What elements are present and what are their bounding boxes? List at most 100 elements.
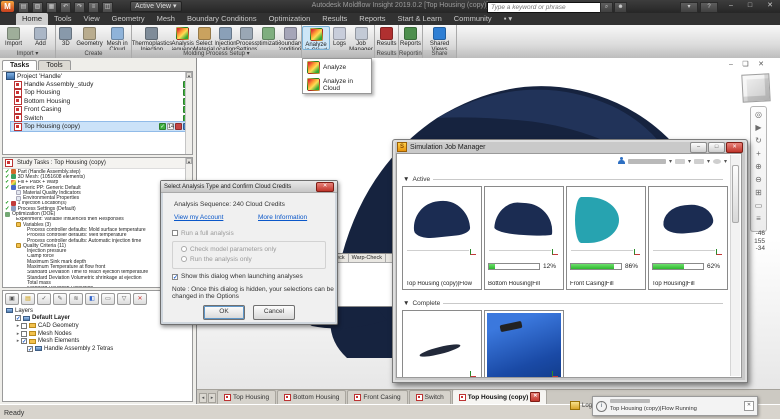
notification-close-icon[interactable]: ✕ bbox=[744, 401, 754, 411]
study-tab[interactable]: Switch bbox=[409, 390, 451, 404]
select-cursor-icon[interactable]: ▶ bbox=[753, 122, 764, 134]
dialog-close-icon[interactable]: ✕ bbox=[316, 182, 334, 192]
thermoplastics-injection-molding-button[interactable]: Thermoplastics Injection Molding bbox=[132, 26, 172, 50]
study-tab[interactable]: Top Housing bbox=[217, 390, 276, 404]
ribbon-tab[interactable]: Mesh bbox=[151, 13, 181, 25]
filter-layers-button[interactable]: ▽ bbox=[117, 293, 131, 305]
project-root[interactable]: Project 'Handle' bbox=[3, 72, 192, 80]
settings-arrow-icon[interactable]: ▾ bbox=[724, 158, 727, 165]
shared-views-button[interactable]: Shared Views bbox=[423, 26, 456, 50]
job-manager-scrollbar[interactable] bbox=[730, 155, 740, 376]
active-section-header[interactable]: ▼ Active bbox=[403, 176, 723, 183]
layer-item[interactable]: ▸ Mesh Nodes bbox=[3, 330, 192, 338]
measure-icon[interactable]: ≡ bbox=[753, 213, 764, 225]
layer-visibility-checkbox[interactable] bbox=[21, 331, 27, 337]
ribbon-tab[interactable]: Boundary Conditions bbox=[181, 13, 263, 25]
run-analysis-radio[interactable]: Run the analysis only bbox=[181, 256, 252, 263]
tab-warp-check[interactable]: Warp-Check bbox=[349, 254, 386, 262]
zoom-out-icon[interactable]: ⊖ bbox=[753, 174, 764, 186]
boundary-conditions-button[interactable]: Boundary Conditions bbox=[279, 26, 301, 50]
cancel-button[interactable]: Cancel bbox=[253, 305, 295, 320]
view-mode-icon[interactable] bbox=[694, 159, 704, 164]
mdi-window-controls[interactable]: – ❏ ✕ bbox=[729, 60, 767, 68]
tab-scroll-right-icon[interactable]: ▸ bbox=[208, 393, 216, 403]
check-model-radio[interactable]: Check model parameters only bbox=[181, 246, 276, 253]
run-full-analysis-checkbox[interactable]: Run a full analysis bbox=[172, 230, 234, 237]
job-card[interactable]: Top Housing (copy)|Flow bbox=[402, 186, 482, 290]
study-tree-item[interactable]: Front Casing ✓ bbox=[11, 106, 192, 114]
ribbon-tab[interactable]: View bbox=[78, 13, 106, 25]
view-icon[interactable]: ◫ bbox=[102, 2, 113, 13]
save-icon[interactable]: ▦ bbox=[46, 2, 57, 13]
redo-icon[interactable]: ↷ bbox=[74, 2, 85, 13]
project-tree-scrollbar[interactable]: ▲ bbox=[185, 72, 192, 154]
results-button[interactable]: Results bbox=[375, 26, 398, 50]
job-card[interactable]: 62% Top Housing|Fill bbox=[648, 186, 728, 290]
help-search-input[interactable] bbox=[487, 2, 603, 13]
job-card[interactable]: 86% Front Casing|Fill bbox=[566, 186, 646, 290]
layer-item[interactable]: ▸ ✓ Mesh Elements bbox=[3, 337, 192, 345]
nav-wheel-icon[interactable]: ◎ bbox=[753, 109, 764, 121]
select-material-button[interactable]: Select Material bbox=[194, 26, 215, 50]
delete-layer-button[interactable]: ✕ bbox=[133, 293, 147, 305]
completed-job-card[interactable] bbox=[402, 310, 482, 378]
undo-icon[interactable]: ↶ bbox=[60, 2, 71, 13]
ok-button[interactable]: OK bbox=[203, 305, 245, 320]
minimize-button[interactable]: – bbox=[690, 142, 707, 153]
ribbon-tab[interactable]: Reports bbox=[353, 13, 391, 25]
user-menu-arrow-icon[interactable]: ▾ bbox=[669, 158, 672, 165]
study-tab[interactable]: Front Casing bbox=[347, 390, 407, 404]
job-manager-button[interactable]: Job Manager bbox=[349, 26, 373, 50]
show-dialog-checkbox[interactable]: ✓Show this dialog when launching analyse… bbox=[172, 273, 303, 280]
account-icon[interactable]: ☻ bbox=[614, 2, 627, 13]
zoom-fit-icon[interactable]: ▭ bbox=[753, 200, 764, 212]
study-tab[interactable]: Bottom Housing bbox=[277, 390, 346, 404]
complete-section-header[interactable]: ▼ Complete bbox=[403, 300, 723, 307]
job-card[interactable]: 12% Bottom Housing|Fill bbox=[484, 186, 564, 290]
layer-item[interactable]: ✓ Handle Assembly 2 Tetras bbox=[3, 345, 192, 353]
open-icon[interactable]: ▧ bbox=[32, 2, 43, 13]
sort-arrow-icon[interactable]: ▾ bbox=[688, 158, 691, 165]
active-view-dropdown[interactable]: Active View ▾ bbox=[130, 1, 182, 12]
tab-tasks[interactable]: Tasks bbox=[2, 60, 37, 70]
expand-layers-button[interactable]: ◧ bbox=[85, 293, 99, 305]
gear-icon[interactable] bbox=[713, 159, 721, 164]
job-notification[interactable]: i Top Housing (copy)|Flow Running ✕ bbox=[592, 396, 758, 416]
menu-item-analyze-in-cloud[interactable]: Analyze in Cloud bbox=[303, 76, 371, 93]
more-information-link[interactable]: More Information bbox=[258, 214, 307, 221]
ribbon-overflow-icon[interactable]: ▪ ▾ bbox=[498, 13, 519, 25]
optimization-button[interactable]: Optimization bbox=[257, 26, 279, 50]
ribbon-tab[interactable]: Community bbox=[448, 13, 498, 25]
maximize-button[interactable]: □ bbox=[708, 142, 725, 153]
view-arrow-icon[interactable]: ▾ bbox=[707, 158, 710, 165]
layer-visibility-checkbox[interactable] bbox=[21, 323, 27, 329]
injection-locations-button[interactable]: Injection Locations bbox=[215, 26, 237, 50]
study-tab[interactable]: Top Housing (copy) ✕ bbox=[452, 389, 548, 404]
edit-layer-button[interactable]: ✎ bbox=[53, 293, 67, 305]
search-icon[interactable]: ⌕ bbox=[600, 2, 613, 13]
analysis-sequence-button[interactable]: Analysis Sequence bbox=[172, 26, 194, 50]
view-account-link[interactable]: View my Account bbox=[174, 214, 223, 221]
layer-visibility-checkbox[interactable]: ✓ bbox=[27, 346, 33, 352]
analyze-in-cloud-button[interactable]: Analyze in Cloud bbox=[302, 26, 330, 50]
tab-scroll-left-icon[interactable]: ◂ bbox=[199, 393, 207, 403]
completed-job-card[interactable] bbox=[484, 310, 564, 378]
ribbon-tab[interactable]: Optimization bbox=[263, 13, 317, 25]
study-tree-item[interactable]: Top Housing (copy) ✓ 14 bbox=[11, 122, 192, 130]
layer-folder-button[interactable]: ▤ bbox=[21, 293, 35, 305]
tab-tools[interactable]: Tools bbox=[38, 60, 70, 70]
study-tree-item[interactable]: Handle Assembly_study ✓ bbox=[11, 80, 192, 88]
tab-close-icon[interactable]: ✕ bbox=[530, 392, 540, 402]
maximize-button[interactable]: □ bbox=[741, 0, 759, 11]
geometry-button[interactable]: Geometry bbox=[76, 26, 104, 50]
ribbon-tab[interactable]: Tools bbox=[48, 13, 78, 25]
moldflow-logo-icon[interactable]: M bbox=[1, 1, 14, 12]
reports-button[interactable]: Reports bbox=[399, 26, 422, 50]
ribbon-tab[interactable]: Start & Learn bbox=[392, 13, 448, 25]
ribbon-tab[interactable]: Geometry bbox=[106, 13, 151, 25]
3d-button[interactable]: 3D bbox=[56, 26, 76, 50]
minimize-button[interactable]: – bbox=[722, 0, 740, 11]
menu-item-analyze[interactable]: Analyze bbox=[303, 59, 371, 76]
pan-icon[interactable]: + bbox=[753, 148, 764, 160]
add-button[interactable]: Add bbox=[27, 26, 54, 50]
